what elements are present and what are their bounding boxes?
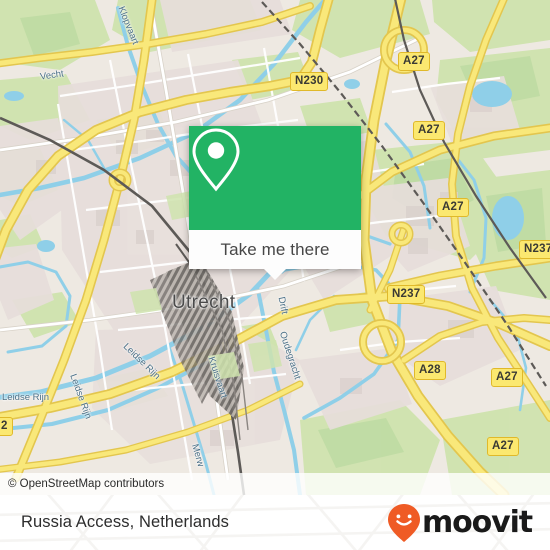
destination-popup-card[interactable]: Take me there	[189, 126, 361, 280]
place-name-label: Russia Access, Netherlands	[21, 513, 230, 531]
moovit-wordmark: moovit	[421, 505, 533, 540]
popup-tail	[264, 269, 286, 280]
road-shield-n237-2[interactable]: N237	[387, 285, 426, 304]
map-canvas[interactable]: N230 A27 A27 A27 N237 N237 A28 A27 A27 2…	[0, 0, 550, 495]
take-me-there-button[interactable]: Take me there	[189, 230, 361, 280]
map-pin-icon	[192, 128, 240, 192]
road-shield-a27-1[interactable]: A27	[398, 52, 430, 71]
take-me-there-label: Take me there	[220, 239, 330, 259]
moovit-map-screenshot: N230 A27 A27 A27 N237 N237 A28 A27 A27 2…	[0, 0, 550, 550]
popup-pin-area	[189, 126, 361, 230]
road-shield-a27-3[interactable]: A27	[437, 198, 469, 217]
map-attribution-bar: © OpenStreetMap contributors	[0, 473, 550, 495]
footer-bar: Russia Access, Netherlands moovit	[0, 495, 550, 550]
moovit-smiley-pin-icon	[387, 503, 420, 542]
road-shield-a27-4[interactable]: A27	[491, 368, 523, 387]
road-shield-a27-2[interactable]: A27	[413, 121, 445, 140]
road-shield-a28[interactable]: A28	[414, 361, 446, 380]
road-shield-a27-5[interactable]: A27	[487, 437, 519, 456]
road-shield-n230[interactable]: N230	[290, 72, 329, 91]
moovit-logo[interactable]: moovit	[387, 503, 550, 543]
road-shield-n237-1[interactable]: N237	[519, 240, 550, 259]
road-shield-a2[interactable]: 2	[0, 417, 13, 436]
attribution-text[interactable]: © OpenStreetMap contributors	[0, 478, 164, 490]
